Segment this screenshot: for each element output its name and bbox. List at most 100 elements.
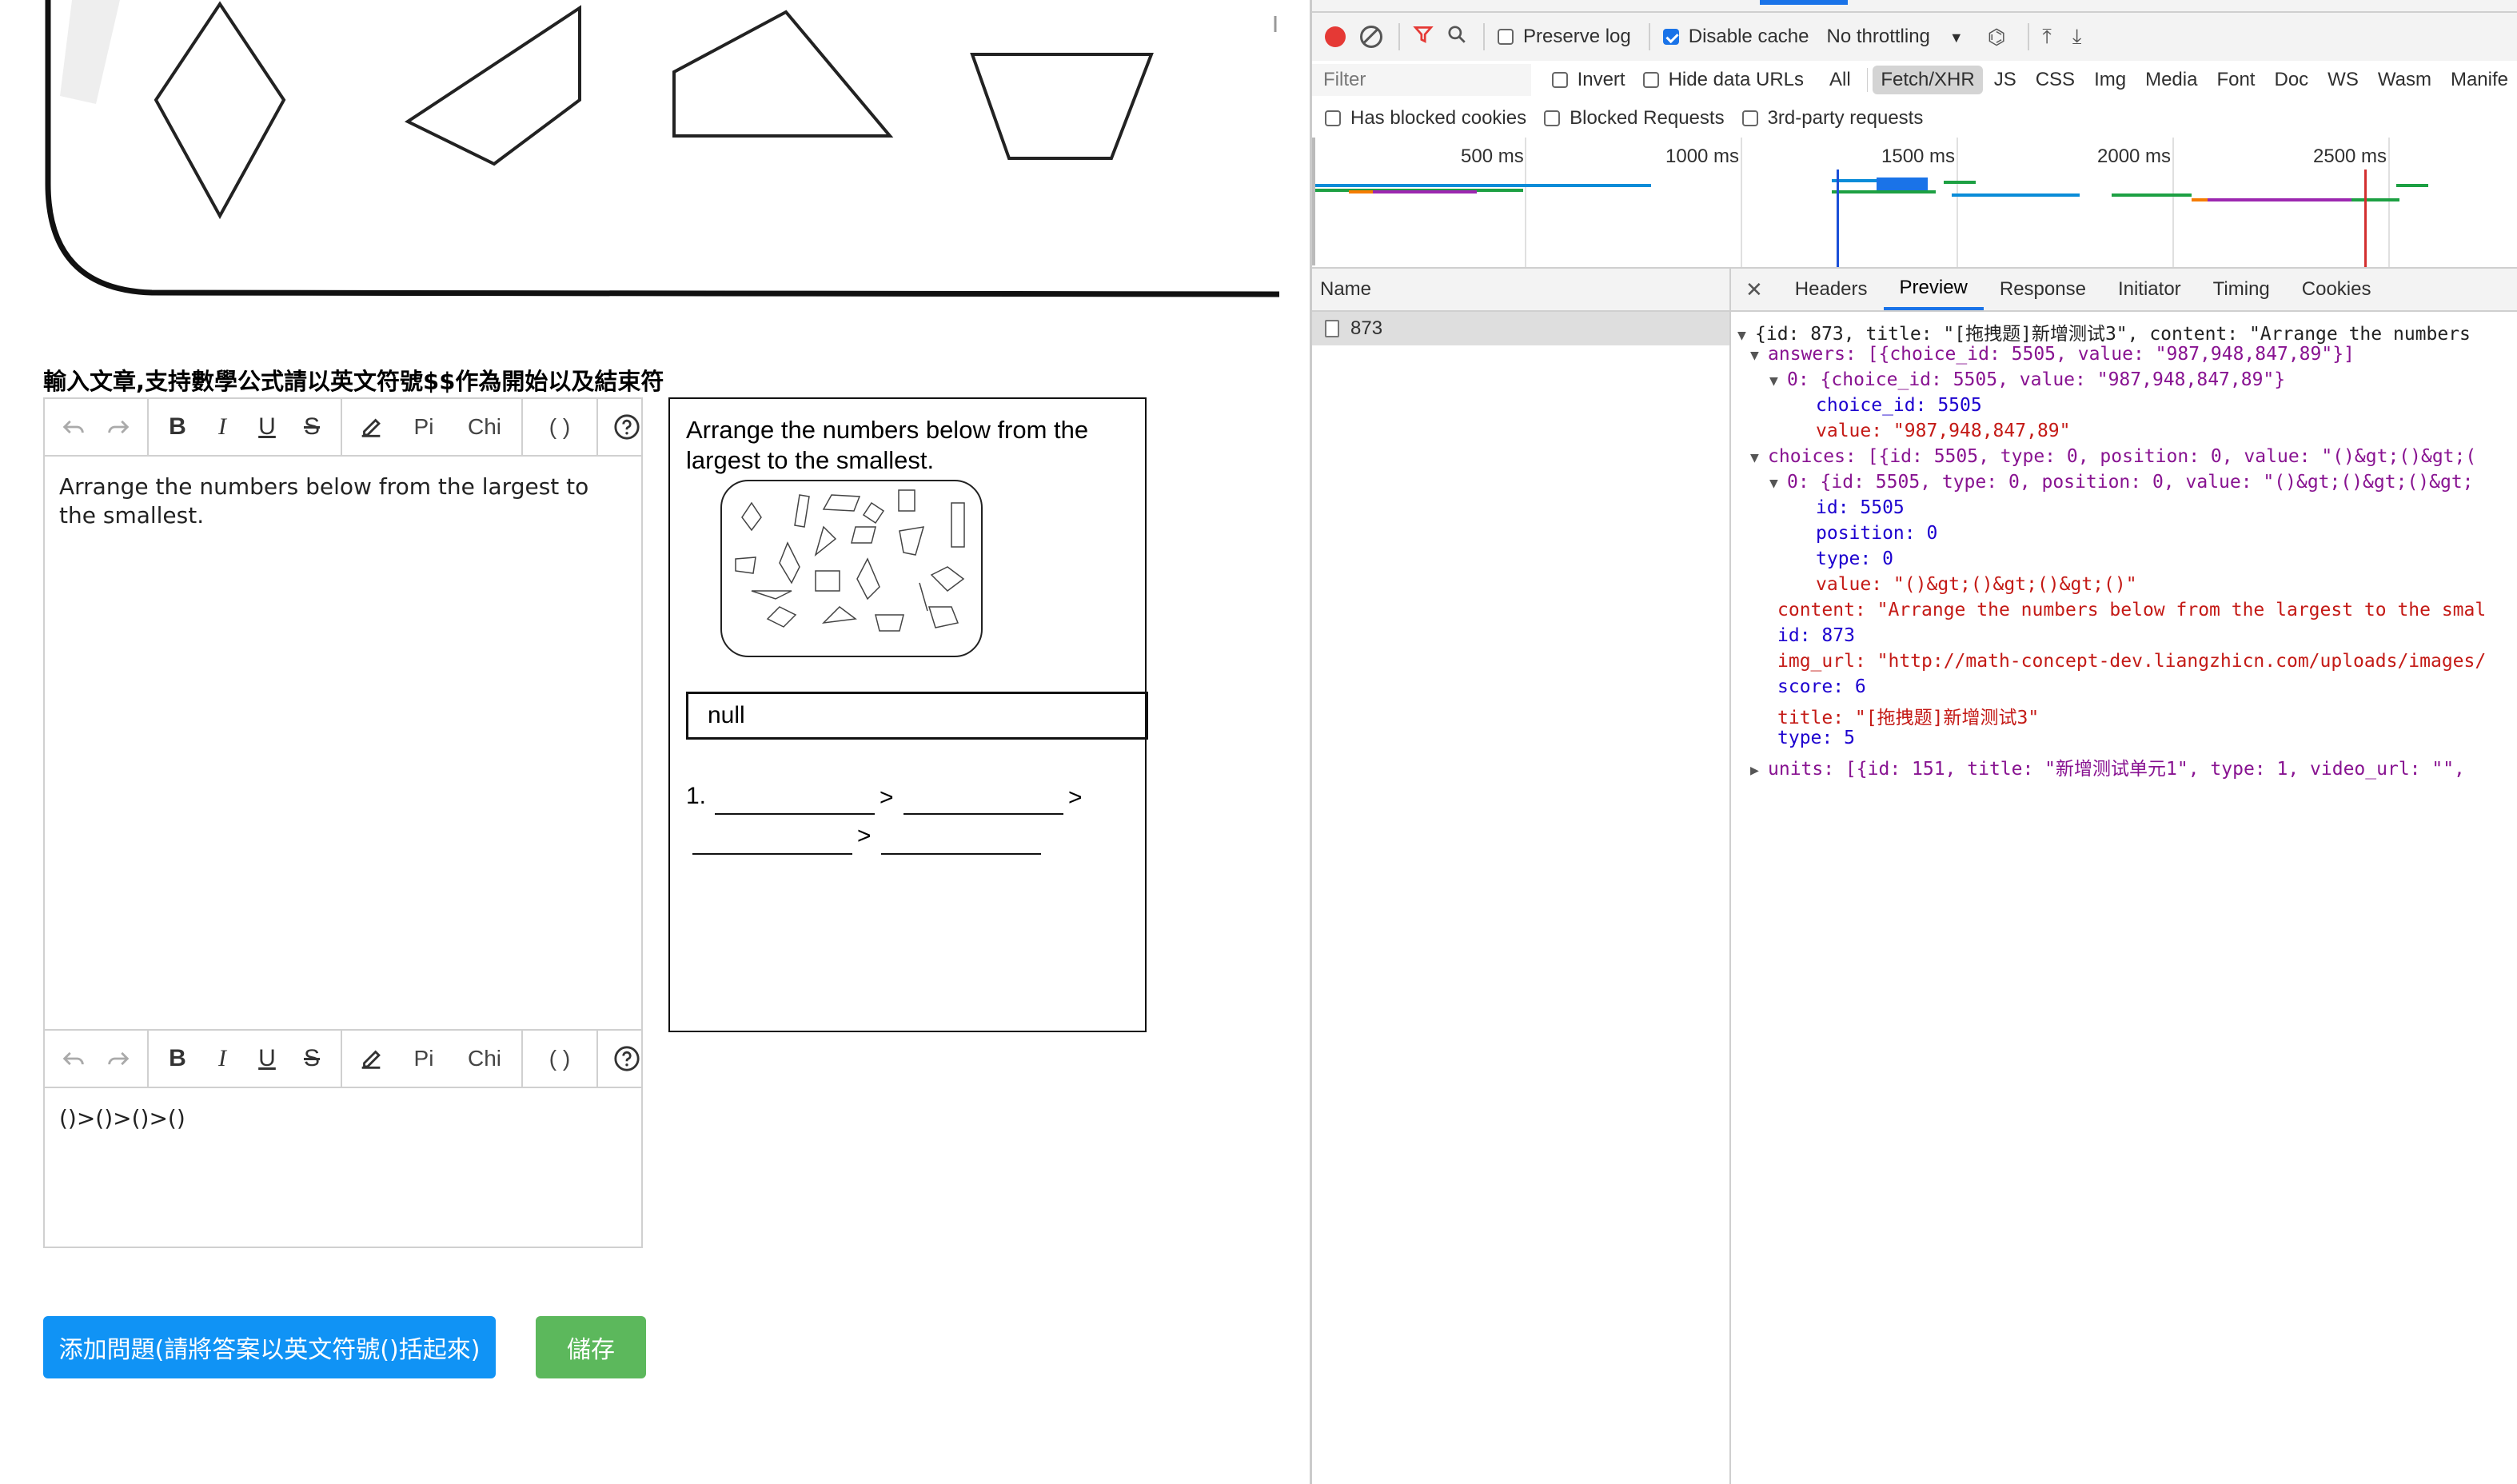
type-font[interactable]: Font (2208, 66, 2263, 94)
undo-icon[interactable] (51, 399, 96, 455)
tab-headers[interactable]: Headers (1779, 269, 1884, 310)
search-icon[interactable] (1446, 24, 1467, 50)
underline-button[interactable]: U (245, 1031, 289, 1087)
json-root[interactable]: ▼ {id: 873, title: "[拖拽题]新增测试3", content:… (1737, 318, 2471, 345)
type-all[interactable]: All (1821, 66, 1859, 94)
preserve-log-checkbox[interactable]: Preserve log (1498, 26, 1631, 48)
answer-editor-text[interactable]: ()>()>()>() (45, 1088, 641, 1149)
tab-initiator[interactable]: Initiator (2102, 269, 2197, 310)
italic-button[interactable]: I (200, 399, 245, 455)
paren-button[interactable]: ( ) (529, 1031, 590, 1087)
chi-button[interactable]: Chi (454, 399, 515, 455)
json-answer-value: value: "987,948,847,89" (1816, 421, 2071, 441)
strikethrough-button[interactable]: S (289, 1031, 334, 1087)
tick-2500: 2500 ms (2313, 146, 2387, 167)
type-wasm[interactable]: Wasm (2370, 66, 2439, 94)
timeline-overview[interactable]: 500 ms 1000 ms 1500 ms 2000 ms 2500 ms (1312, 138, 2517, 269)
tab-response[interactable]: Response (1984, 269, 2102, 310)
filter-input[interactable]: Filter (1312, 64, 1531, 96)
filter-icon[interactable] (1413, 24, 1434, 50)
record-icon[interactable] (1325, 26, 1346, 47)
type-manifest[interactable]: Manife (2443, 66, 2516, 94)
hide-data-urls-checkbox[interactable]: Hide data URLs (1642, 69, 1804, 91)
clear-icon[interactable] (1360, 26, 1382, 48)
type-img[interactable]: Img (2086, 66, 2134, 94)
bold-button[interactable]: B (155, 1031, 200, 1087)
answer-dropzone[interactable]: null (686, 692, 1148, 740)
name-column-header[interactable]: Name (1312, 269, 1729, 312)
answer-editor: B I U S Pi Chi ( ) ()>()>()>() (43, 1029, 643, 1248)
json-choice-value: value: "()&gt;()&gt;()&gt;()" (1816, 574, 2137, 595)
help-icon[interactable] (604, 1031, 649, 1087)
pi-button[interactable]: Pi (393, 399, 454, 455)
pi-button[interactable]: Pi (393, 1031, 454, 1087)
italic-button[interactable]: I (200, 1031, 245, 1087)
type-fetch-xhr[interactable]: Fetch/XHR (1873, 66, 1983, 94)
redo-icon[interactable] (96, 399, 141, 455)
editor-toolbar: B I U S Pi Chi ( ) (45, 399, 641, 457)
blocked-requests-label: Blocked Requests (1570, 107, 1725, 129)
chevron-down-icon: ▼ (1949, 30, 1964, 46)
blank-1[interactable] (715, 813, 875, 815)
json-answers[interactable]: ▼ answers: [{choice_id: 5505, value: "987… (1750, 344, 2355, 365)
save-button[interactable]: 儲存 (536, 1316, 646, 1378)
chi-button[interactable]: Chi (454, 1031, 515, 1087)
json-preview: ▼ {id: 873, title: "[拖拽题]新增测试3", content:… (1731, 313, 2517, 1481)
blank-3[interactable] (692, 853, 852, 855)
tick-1000: 1000 ms (1665, 146, 1740, 167)
import-har-icon[interactable]: ⤒ (2042, 24, 2052, 50)
paren-button[interactable]: ( ) (529, 399, 590, 455)
json-id: id: 873 (1777, 625, 1855, 646)
type-doc[interactable]: Doc (2266, 66, 2316, 94)
blocked-cookies-label: Has blocked cookies (1350, 107, 1527, 129)
bold-button[interactable]: B (155, 399, 200, 455)
close-icon[interactable]: ✕ (1745, 277, 1763, 302)
network-conditions-icon[interactable]: ⌬ (1988, 25, 2006, 50)
devtools-panel: Preserve log Disable cache No throttling… (1310, 0, 2517, 1484)
json-choice-id: choice_id: 5505 (1816, 395, 1982, 416)
blank-2[interactable] (903, 813, 1063, 815)
trapezoid2-shape (970, 53, 1154, 160)
content-editor-text[interactable]: Arrange the numbers below from the large… (45, 457, 641, 546)
json-title: title: "[拖拽题]新增测试3" (1777, 708, 2040, 728)
pen-icon[interactable] (349, 1031, 393, 1087)
shapes-image (45, 0, 1280, 297)
instruction-label: 輸入文章,支持數學公式請以英文符號$$作為開始以及結束符 (43, 368, 664, 395)
pen-icon[interactable] (349, 399, 393, 455)
json-units[interactable]: ▶ units: [{id: 151, title: "新增测试单元1", typ… (1750, 753, 2465, 780)
undo-icon[interactable] (51, 1031, 96, 1087)
type-js[interactable]: JS (1986, 66, 2024, 94)
json-choices-0[interactable]: ▼ 0: {id: 5505, type: 0, position: 0, val… (1769, 472, 2474, 493)
json-type: type: 5 (1777, 728, 1855, 748)
type-ws[interactable]: WS (2320, 66, 2367, 94)
third-party-checkbox[interactable]: 3rd-party requests (1741, 107, 1923, 130)
throttling-select[interactable]: No throttling ▼ (1826, 26, 1963, 48)
tab-cookies[interactable]: Cookies (2286, 269, 2387, 310)
tab-timing[interactable]: Timing (2197, 269, 2286, 310)
redo-icon[interactable] (96, 1031, 141, 1087)
answer-dropzone-text: null (708, 702, 745, 728)
help-icon[interactable] (604, 399, 649, 455)
export-har-icon[interactable]: ⤓ (2072, 24, 2082, 50)
json-choice-id-2: id: 5505 (1816, 497, 1905, 518)
type-media[interactable]: Media (2137, 66, 2205, 94)
json-choices[interactable]: ▼ choices: [{id: 5505, type: 0, position:… (1750, 446, 2476, 467)
blocked-requests-checkbox[interactable]: Blocked Requests (1544, 107, 1725, 130)
gt-3: > (857, 823, 872, 849)
type-css[interactable]: CSS (2028, 66, 2083, 94)
cookie-filter-bar: Has blocked cookies Blocked Requests 3rd… (1312, 99, 2517, 139)
underline-button[interactable]: U (245, 399, 289, 455)
strikethrough-button[interactable]: S (289, 399, 334, 455)
tab-preview[interactable]: Preview (1883, 269, 1984, 310)
gt-2: > (1068, 784, 1083, 811)
blocked-cookies-checkbox[interactable]: Has blocked cookies (1325, 107, 1526, 130)
disable-cache-checkbox[interactable]: Disable cache (1662, 26, 1809, 48)
json-answers-0[interactable]: ▼ 0: {choice_id: 5505, value: "987,948,84… (1769, 369, 2285, 390)
question-editor-app: 輸入文章,支持數學公式請以英文符號$$作為開始以及結束符 B I U S Pi … (0, 0, 1310, 1484)
add-question-button[interactable]: 添加問題(請將答案以英文符號()括起來) (43, 1316, 496, 1378)
invert-checkbox[interactable]: Invert (1551, 69, 1625, 91)
request-row[interactable]: 873 (1312, 312, 1729, 345)
blank-4[interactable] (881, 853, 1041, 855)
network-toolbar: Preserve log Disable cache No throttling… (1312, 13, 2517, 62)
detail-tabs: ✕ Headers Preview Response Initiator Tim… (1731, 269, 2517, 312)
